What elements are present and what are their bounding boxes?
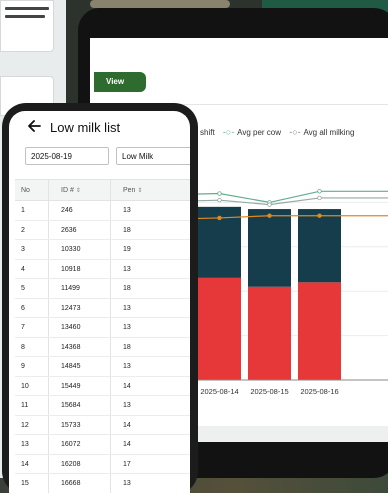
bar-segment	[198, 277, 241, 380]
line-point	[217, 191, 222, 196]
cell-no: 8	[21, 343, 25, 351]
cell-no: 15	[21, 480, 29, 487]
table-body: 1 246 13 2 2636 18 3 10330 19 4 10918 13 5 11499 18 6 12…	[15, 201, 190, 493]
cell-pen: 13	[110, 298, 190, 317]
cell-no: 9	[21, 363, 25, 370]
cell-no: 6	[21, 304, 25, 312]
cell-pen: 13	[110, 474, 190, 493]
line-point	[217, 215, 222, 221]
line-point	[267, 213, 272, 218]
cell-pen: 18	[110, 279, 190, 298]
chart-legend: shift -○- Avg per cow -○- Avg all milkin…	[200, 127, 360, 137]
cell-pen: 14	[110, 415, 190, 434]
back-arrow-icon[interactable]	[26, 118, 42, 134]
cell-pen: 13	[110, 318, 190, 337]
cell-id: 12473	[48, 298, 110, 317]
cell-id: 246	[48, 201, 110, 220]
column-header-no[interactable]: No	[15, 180, 48, 200]
cell-id: 16208	[48, 454, 110, 473]
legend-item-shift: shift	[200, 128, 215, 137]
cell-pen: 13	[110, 259, 190, 278]
table-row[interactable]: 4 10918 13	[15, 259, 190, 279]
cell-id: 14845	[48, 357, 110, 376]
table-row[interactable]: 9 14845 13	[15, 357, 190, 377]
cell-id: 16668	[48, 474, 110, 493]
column-header-pen[interactable]: Pen ⇕	[110, 180, 190, 200]
cell-no: 5	[21, 285, 25, 292]
list-type-select[interactable]: Low Milk	[116, 147, 190, 165]
table-row[interactable]: 7 13460 13	[15, 318, 190, 338]
line-point	[317, 189, 322, 194]
table-row[interactable]: 3 10330 19	[15, 240, 190, 260]
cell-no: 7	[21, 324, 25, 331]
cell-id: 16072	[48, 435, 110, 454]
line-point	[317, 195, 322, 201]
column-header-id[interactable]: ID # ⇕	[48, 180, 110, 200]
line-point	[317, 213, 322, 218]
table-row[interactable]: 2 2636 18	[15, 220, 190, 240]
table-row[interactable]: 10 15449 14	[15, 376, 190, 396]
milk-chart: 2025-08-14 2025-08-15 2025-08-16	[190, 189, 388, 396]
page-title: Low milk list	[50, 120, 121, 135]
sort-icon: ⇕	[75, 188, 81, 194]
bar-segment	[298, 282, 341, 380]
text-placeholder	[5, 15, 45, 18]
view-button[interactable]: View	[94, 72, 146, 92]
cell-no: 10	[21, 382, 29, 390]
x-tick-label: 2025-08-16	[300, 387, 338, 396]
line-point	[217, 197, 222, 203]
text-placeholder	[5, 7, 49, 10]
cell-no: 11	[21, 402, 29, 409]
cell-id: 10330	[48, 240, 110, 259]
cell-no: 13	[21, 441, 29, 448]
cell-pen: 14	[110, 376, 190, 395]
table-row[interactable]: 12 15733 14	[15, 415, 190, 435]
x-tick-label: 2025-08-14	[200, 387, 238, 396]
phone-screen: Low milk list 2025-08-19 Low Milk No ID …	[9, 111, 190, 493]
legend-item-avg-all-milking: -○- Avg all milking	[289, 127, 355, 137]
cell-id: 13460	[48, 318, 110, 337]
table-row[interactable]: 1 246 13	[15, 201, 190, 221]
table-row[interactable]: 8 14368 18	[15, 337, 190, 357]
bar-segment	[248, 286, 291, 380]
cell-no: 3	[21, 246, 25, 253]
cell-no: 4	[21, 265, 25, 273]
table-row[interactable]: 6 12473 13	[15, 298, 190, 318]
cell-pen: 13	[110, 201, 190, 220]
table-row[interactable]: 11 15684 13	[15, 396, 190, 416]
cell-id: 15733	[48, 415, 110, 434]
cell-id: 2636	[48, 220, 110, 239]
cell-pen: 13	[110, 396, 190, 415]
cell-pen: 17	[110, 454, 190, 473]
cell-id: 14368	[48, 337, 110, 356]
table-header: No ID # ⇕ Pen ⇕	[15, 179, 190, 201]
background-decor	[90, 0, 230, 8]
table-row[interactable]: 13 16072 14	[15, 435, 190, 455]
sort-icon: ⇕	[137, 188, 143, 194]
low-milk-table: No ID # ⇕ Pen ⇕ 1 246 13 2 2636 18 3 10330 19 4 10…	[15, 179, 190, 493]
bar-segment	[248, 209, 291, 287]
legend-item-avg-per-cow: -○- Avg per cow	[222, 127, 281, 137]
cell-id: 10918	[48, 259, 110, 278]
cell-pen: 19	[110, 240, 190, 259]
cell-no: 1	[21, 207, 25, 214]
bar-segment	[298, 209, 341, 283]
cell-no: 12	[21, 421, 29, 429]
cell-pen: 13	[110, 357, 190, 376]
date-field[interactable]: 2025-08-19	[25, 147, 109, 165]
table-row[interactable]: 5 11499 18	[15, 279, 190, 299]
cell-id: 15684	[48, 396, 110, 415]
table-row[interactable]: 15 16668 13	[15, 474, 190, 493]
line-point	[267, 202, 272, 207]
cell-id: 15449	[48, 376, 110, 395]
cell-id: 11499	[48, 279, 110, 298]
table-row[interactable]: 14 16208 17	[15, 454, 190, 474]
cell-no: 14	[21, 460, 29, 468]
cell-pen: 18	[110, 220, 190, 239]
background-card	[0, 0, 54, 52]
cell-pen: 18	[110, 337, 190, 356]
x-tick-label: 2025-08-15	[250, 387, 288, 396]
cell-no: 2	[21, 226, 25, 234]
cell-pen: 14	[110, 435, 190, 454]
